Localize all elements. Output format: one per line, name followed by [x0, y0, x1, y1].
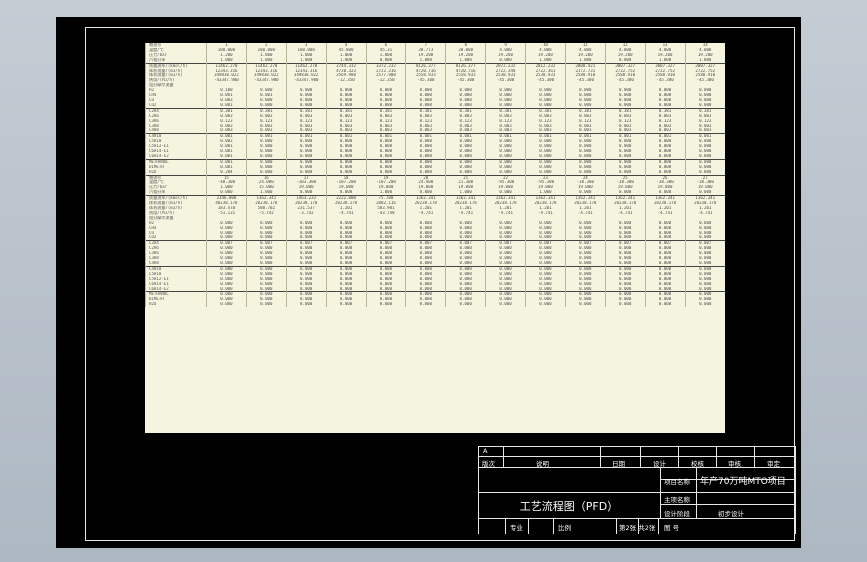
- table-cell: 0.000: [405, 302, 446, 308]
- label-review: 审核: [728, 460, 741, 468]
- stream-table: 物流号 1 2 3 4 6 7 8 9 10 11 12 13 14 温度/℃ 188.000 100.000 1…: [145, 43, 725, 308]
- revision-mark: A: [483, 447, 488, 455]
- sheet-number: 第2张 共2张: [619, 524, 656, 532]
- table-cell: 0.000: [445, 302, 486, 308]
- row-label: H2O: [145, 302, 207, 308]
- stream-data-table: 物流号 1 2 3 4 6 7 8 9 10 11 12 13 14 温度/℃ 188.000 100.000 1…: [145, 43, 725, 433]
- table-cell: 0.000: [325, 302, 366, 308]
- label-revision: 版次: [482, 460, 495, 468]
- title-block: A 版次 说明 日期 设计 校核 审核 审定 项目名称 主项名称 设计阶段 初步…: [478, 446, 796, 534]
- table-cell: 0.000: [206, 302, 247, 308]
- table-cell: 0.000: [245, 302, 287, 308]
- table-cell: 0.000: [485, 302, 526, 308]
- label-project: 项目名称: [664, 478, 690, 486]
- label-drawing-no: 图 号: [664, 524, 680, 532]
- table-cell: 0.000: [365, 302, 406, 308]
- design-stage-value: 初步设计: [718, 510, 744, 518]
- table-row: H2O 0.000 0.000 0.000 0.000 0.000 0.000 0.000 0.…: [145, 302, 725, 308]
- label-design: 设计: [653, 460, 666, 468]
- label-approve: 审定: [767, 460, 780, 468]
- label-scale: 比例: [558, 524, 571, 532]
- project-name: 年产70万吨MTO项目: [700, 477, 786, 487]
- table-cell: 0.000: [684, 302, 725, 308]
- label-major: 专业: [510, 524, 523, 532]
- drawing-title: 工艺流程图（PFD）: [519, 500, 619, 513]
- table-cell: 0.000: [644, 302, 685, 308]
- table-cell: 0.000: [604, 302, 646, 308]
- viewer-background: 物流号 1 2 3 4 6 7 8 9 10 11 12 13 14 温度/℃ 188.000 100.000 1…: [0, 0, 867, 562]
- label-main-item: 主项名称: [664, 496, 690, 504]
- label-check: 校核: [691, 460, 704, 468]
- label-design-stage: 设计阶段: [664, 510, 690, 518]
- table-cell: 0.000: [285, 302, 327, 308]
- label-description: 说明: [536, 460, 549, 468]
- table-cell: 0.000: [525, 302, 566, 308]
- table-cell: 0.000: [564, 302, 606, 308]
- label-date: 日期: [612, 460, 625, 468]
